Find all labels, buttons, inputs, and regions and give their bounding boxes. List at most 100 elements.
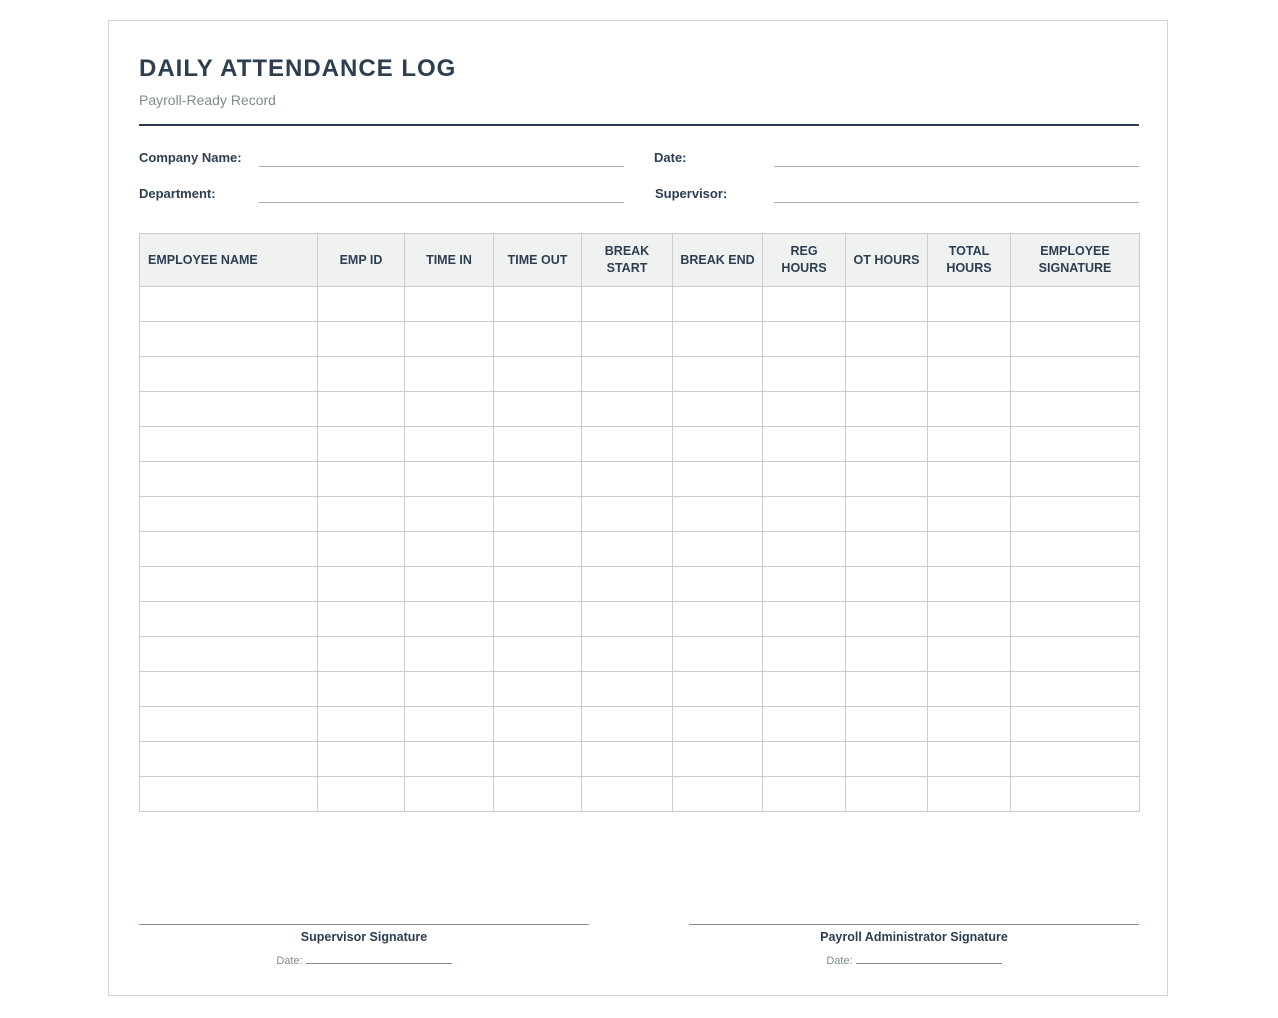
table-cell[interactable] xyxy=(317,356,405,392)
table-cell[interactable] xyxy=(927,566,1011,602)
table-cell[interactable] xyxy=(762,636,846,672)
table-cell[interactable] xyxy=(845,601,928,637)
table-cell[interactable] xyxy=(317,636,405,672)
table-cell[interactable] xyxy=(845,706,928,742)
table-cell[interactable] xyxy=(404,776,494,812)
table-cell[interactable] xyxy=(493,671,582,707)
table-cell[interactable] xyxy=(493,461,582,497)
table-cell[interactable] xyxy=(581,496,673,532)
table-cell[interactable] xyxy=(845,461,928,497)
table-cell[interactable] xyxy=(581,741,673,777)
table-cell[interactable] xyxy=(139,671,318,707)
table-cell[interactable] xyxy=(139,496,318,532)
table-cell[interactable] xyxy=(1010,461,1140,497)
table-cell[interactable] xyxy=(845,356,928,392)
supervisor-signature-line[interactable] xyxy=(139,924,589,925)
table-cell[interactable] xyxy=(762,496,846,532)
table-cell[interactable] xyxy=(672,496,763,532)
table-cell[interactable] xyxy=(139,426,318,462)
table-cell[interactable] xyxy=(404,356,494,392)
table-cell[interactable] xyxy=(845,741,928,777)
table-cell[interactable] xyxy=(581,356,673,392)
table-cell[interactable] xyxy=(404,636,494,672)
table-cell[interactable] xyxy=(581,391,673,427)
table-cell[interactable] xyxy=(1010,636,1140,672)
table-cell[interactable] xyxy=(1010,566,1140,602)
table-cell[interactable] xyxy=(581,601,673,637)
table-cell[interactable] xyxy=(317,531,405,567)
table-cell[interactable] xyxy=(493,601,582,637)
table-cell[interactable] xyxy=(139,566,318,602)
table-cell[interactable] xyxy=(672,566,763,602)
table-cell[interactable] xyxy=(927,391,1011,427)
table-cell[interactable] xyxy=(581,671,673,707)
table-cell[interactable] xyxy=(317,566,405,602)
table-cell[interactable] xyxy=(493,741,582,777)
supervisor-field[interactable] xyxy=(774,202,1139,203)
table-cell[interactable] xyxy=(1010,741,1140,777)
table-cell[interactable] xyxy=(581,461,673,497)
table-cell[interactable] xyxy=(581,566,673,602)
table-cell[interactable] xyxy=(317,426,405,462)
table-cell[interactable] xyxy=(762,391,846,427)
table-cell[interactable] xyxy=(762,776,846,812)
table-cell[interactable] xyxy=(493,356,582,392)
table-cell[interactable] xyxy=(139,636,318,672)
table-cell[interactable] xyxy=(317,461,405,497)
table-cell[interactable] xyxy=(404,671,494,707)
table-cell[interactable] xyxy=(404,741,494,777)
table-cell[interactable] xyxy=(317,671,405,707)
table-cell[interactable] xyxy=(404,321,494,357)
table-cell[interactable] xyxy=(139,321,318,357)
table-cell[interactable] xyxy=(404,496,494,532)
table-cell[interactable] xyxy=(845,531,928,567)
table-cell[interactable] xyxy=(317,321,405,357)
table-cell[interactable] xyxy=(927,496,1011,532)
table-cell[interactable] xyxy=(927,636,1011,672)
table-cell[interactable] xyxy=(762,286,846,322)
table-cell[interactable] xyxy=(672,321,763,357)
table-cell[interactable] xyxy=(927,706,1011,742)
table-cell[interactable] xyxy=(581,706,673,742)
table-cell[interactable] xyxy=(139,706,318,742)
table-cell[interactable] xyxy=(493,426,582,462)
table-cell[interactable] xyxy=(493,391,582,427)
date-field[interactable] xyxy=(774,166,1139,167)
table-cell[interactable] xyxy=(672,286,763,322)
table-cell[interactable] xyxy=(927,741,1011,777)
company-name-field[interactable] xyxy=(259,166,624,167)
table-cell[interactable] xyxy=(139,461,318,497)
table-cell[interactable] xyxy=(404,461,494,497)
table-cell[interactable] xyxy=(672,741,763,777)
table-cell[interactable] xyxy=(139,531,318,567)
table-cell[interactable] xyxy=(493,776,582,812)
table-cell[interactable] xyxy=(1010,776,1140,812)
table-cell[interactable] xyxy=(927,356,1011,392)
table-cell[interactable] xyxy=(672,776,763,812)
table-cell[interactable] xyxy=(927,601,1011,637)
table-cell[interactable] xyxy=(1010,671,1140,707)
table-cell[interactable] xyxy=(762,461,846,497)
table-cell[interactable] xyxy=(404,391,494,427)
table-cell[interactable] xyxy=(139,601,318,637)
table-cell[interactable] xyxy=(927,671,1011,707)
table-cell[interactable] xyxy=(845,566,928,602)
table-cell[interactable] xyxy=(493,531,582,567)
table-cell[interactable] xyxy=(404,426,494,462)
table-cell[interactable] xyxy=(404,566,494,602)
table-cell[interactable] xyxy=(672,531,763,567)
table-cell[interactable] xyxy=(317,741,405,777)
table-cell[interactable] xyxy=(493,566,582,602)
table-cell[interactable] xyxy=(845,391,928,427)
table-cell[interactable] xyxy=(762,531,846,567)
table-cell[interactable] xyxy=(139,391,318,427)
table-cell[interactable] xyxy=(672,601,763,637)
table-cell[interactable] xyxy=(317,776,405,812)
table-cell[interactable] xyxy=(139,741,318,777)
table-cell[interactable] xyxy=(493,706,582,742)
payroll-admin-date-field[interactable] xyxy=(855,953,1002,964)
table-cell[interactable] xyxy=(672,671,763,707)
table-cell[interactable] xyxy=(404,286,494,322)
table-cell[interactable] xyxy=(1010,426,1140,462)
table-cell[interactable] xyxy=(404,706,494,742)
